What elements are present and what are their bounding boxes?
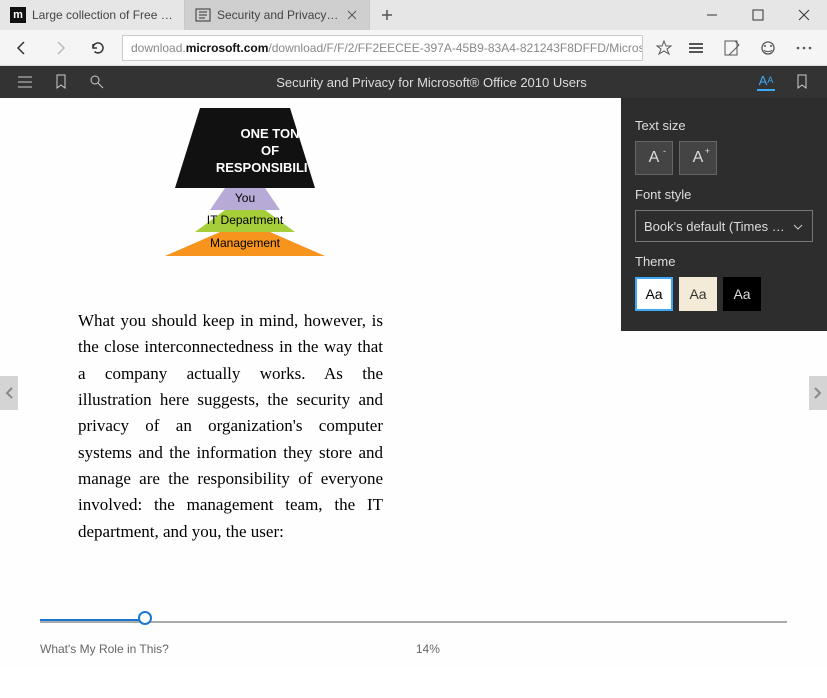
chevron-down-icon [792,219,804,234]
font-style-label: Font style [635,187,813,202]
theme-label: Theme [635,254,813,269]
favorite-star-icon[interactable] [653,37,675,59]
window-titlebar: m Large collection of Free Mic Security … [0,0,827,30]
progress-track [40,621,787,623]
minimize-button[interactable] [689,0,735,30]
navigation-bar: download.microsoft.com/download/F/F/2/FF… [0,30,827,66]
weight-text: ONE TON OF RESPONSIBILITY [190,126,350,177]
responsibility-pyramid-illustration: ONE TON OF RESPONSIBILITY You IT Departm… [110,108,380,256]
new-tab-button[interactable] [370,0,404,30]
increase-text-size-button[interactable]: A+ [679,141,717,175]
pyramid-row-you: You [210,188,280,210]
reader-toolbar: Security and Privacy for Microsoft® Offi… [0,66,827,98]
window-controls [689,0,827,30]
bookmark-page-icon[interactable] [793,73,811,91]
toolbar-right [685,37,819,59]
reader-right-controls: AA [757,73,811,91]
progress-fill [40,619,145,621]
theme-light-button[interactable]: Aa [635,277,673,311]
back-button[interactable] [8,34,36,62]
url-host: microsoft.com [186,41,269,55]
reading-view-icon [195,7,211,23]
web-note-icon[interactable] [721,37,743,59]
url-prefix: download. [131,41,186,55]
progress-percent: 14% [169,642,687,656]
maximize-button[interactable] [735,0,781,30]
bookmarks-icon[interactable] [52,73,70,91]
tab-favicon-m: m [10,7,26,23]
close-tab-icon[interactable] [345,8,359,22]
next-page-button[interactable] [809,376,827,410]
progress-handle[interactable] [138,611,152,625]
body-paragraph: What you should keep in mind, however, i… [78,308,383,545]
chapter-title: What's My Role in This? [40,642,169,656]
pyramid-row-management: Management [165,232,325,256]
tab-strip: m Large collection of Free Mic Security … [0,0,689,30]
pyramid-weight-block: ONE TON OF RESPONSIBILITY [175,108,315,188]
theme-sepia-button[interactable]: Aa [679,277,717,311]
address-bar[interactable]: download.microsoft.com/download/F/F/2/FF… [122,35,643,61]
refresh-button[interactable] [84,34,112,62]
more-icon[interactable] [793,37,815,59]
toc-icon[interactable] [16,73,34,91]
theme-dark-button[interactable]: Aa [723,277,761,311]
close-window-button[interactable] [781,0,827,30]
reader-title: Security and Privacy for Microsoft® Offi… [106,75,757,90]
browser-tab-2[interactable]: Security and Privacy for [185,0,370,30]
prev-page-button[interactable] [0,376,18,410]
font-style-select[interactable]: Book's default (Times New R [635,210,813,242]
search-icon[interactable] [88,73,106,91]
browser-tab-1[interactable]: m Large collection of Free Mic [0,0,185,30]
text-size-label: Text size [635,118,813,133]
font-style-value: Book's default (Times New R [644,219,792,234]
forward-button[interactable] [46,34,74,62]
tab-label: Large collection of Free Mic [32,8,174,22]
reader-left-controls [16,73,106,91]
progress-slider[interactable] [40,616,787,628]
tab-label: Security and Privacy for [217,8,339,22]
hub-icon[interactable] [685,37,707,59]
text-options-panel: Text size A- A+ Font style Book's defaul… [621,98,827,331]
reading-pane: ONE TON OF RESPONSIBILITY You IT Departm… [0,98,827,668]
footer-info: What's My Role in This? 14% [40,642,787,656]
share-icon[interactable] [757,37,779,59]
text-options-icon[interactable]: AA [757,73,775,91]
url-path: /download/F/F/2/FF2EECEE-397A-45B9-83A4-… [268,41,643,55]
pyramid-row-it: IT Department [195,210,295,232]
decrease-text-size-button[interactable]: A- [635,141,673,175]
